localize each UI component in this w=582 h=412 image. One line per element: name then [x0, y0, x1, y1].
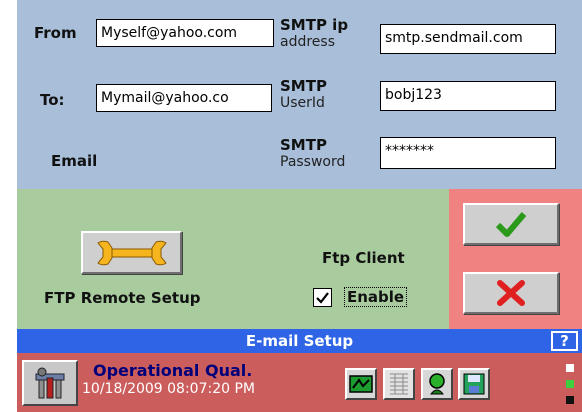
x-icon: [497, 280, 525, 306]
window-title-bar: E-mail Setup: [17, 329, 582, 353]
tools-icon: [35, 367, 65, 399]
smtp-userid-label-line1: SMTP: [280, 77, 327, 95]
window-title: E-mail Setup: [245, 332, 354, 350]
checkbox-check-icon: [316, 292, 329, 304]
to-field[interactable]: Mymail@yahoo.co: [96, 84, 272, 112]
ftp-remote-setup-button[interactable]: [81, 231, 182, 274]
to-label: To:: [40, 91, 65, 109]
email-label: Email: [51, 152, 98, 170]
ok-button[interactable]: [463, 203, 559, 245]
mode-label: Operational Qual.: [93, 361, 253, 380]
save-icon: [463, 373, 485, 395]
enable-label[interactable]: Enable: [344, 287, 408, 307]
smtp-password-label: SMTP Password: [280, 136, 345, 170]
wrench-icon: [96, 240, 167, 265]
table-icon: [390, 373, 408, 395]
network-icon: [349, 375, 373, 393]
from-label: From: [34, 24, 77, 42]
smtp-ip-field[interactable]: smtp.sendmail.com: [380, 24, 556, 54]
smtp-password-field[interactable]: *******: [380, 137, 556, 169]
smtp-userid-label-line2: UserId: [280, 95, 325, 111]
smtp-userid-field[interactable]: bobj123: [380, 81, 556, 111]
help-button[interactable]: ?: [551, 331, 578, 351]
user-icon: [429, 373, 445, 395]
smtp-password-label-line2: Password: [280, 154, 346, 170]
smtp-ip-label-line1: SMTP ip: [280, 16, 349, 34]
table-button[interactable]: [383, 368, 415, 400]
indicator-1: [566, 364, 574, 372]
tools-button[interactable]: [22, 360, 78, 406]
smtp-password-label-line1: SMTP: [280, 136, 327, 154]
timestamp-label: 10/18/2009 08:07:20 PM: [82, 381, 255, 397]
smtp-ip-label-line2: address: [280, 34, 336, 50]
user-button[interactable]: [421, 368, 453, 400]
smtp-ip-label: SMTP ip address: [280, 16, 348, 50]
network-button[interactable]: [345, 368, 377, 400]
indicator-2: [566, 380, 574, 388]
cancel-button[interactable]: [463, 272, 559, 314]
ftp-client-label: Ftp Client: [322, 249, 405, 267]
smtp-userid-label: SMTP UserId: [280, 77, 327, 111]
save-button[interactable]: [458, 368, 490, 400]
indicator-3: [566, 396, 574, 404]
from-field[interactable]: Myself@yahoo.com: [96, 19, 274, 47]
ftp-remote-setup-label: FTP Remote Setup: [44, 289, 201, 307]
check-icon: [495, 212, 527, 237]
enable-checkbox[interactable]: [313, 288, 332, 307]
